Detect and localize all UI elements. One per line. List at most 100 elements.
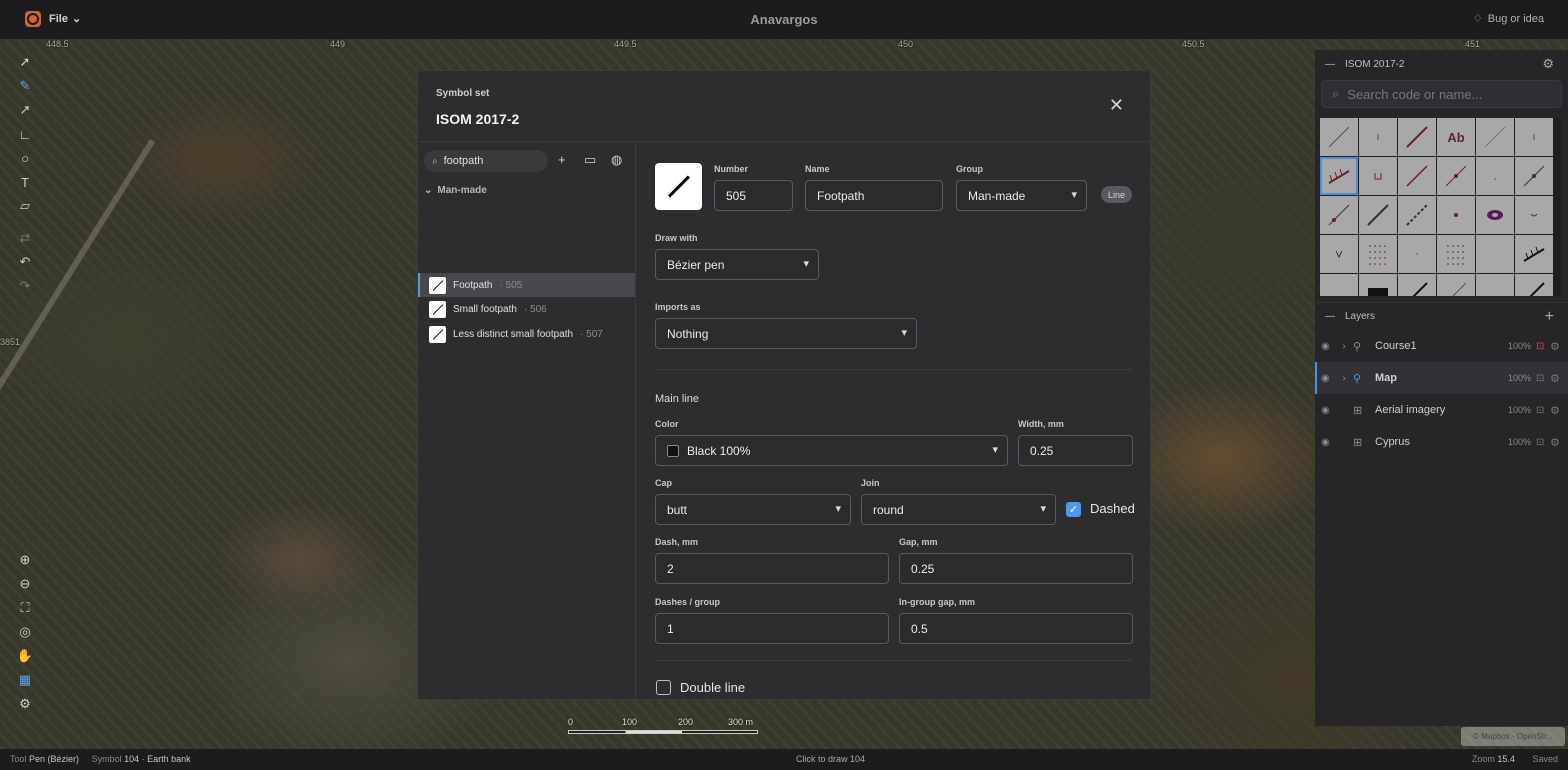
- symbol-search-input[interactable]: ⌕ Search code or name...: [1321, 80, 1562, 108]
- locate-icon[interactable]: ◎: [12, 620, 38, 644]
- dashed-checkbox[interactable]: ✓: [1066, 502, 1081, 517]
- palette-icon[interactable]: ◍: [611, 152, 622, 168]
- gap-field[interactable]: 0.25: [899, 553, 1133, 584]
- symbol-cell[interactable]: [1320, 196, 1358, 234]
- map-credit[interactable]: © Mapbox · OpenStr...: [1461, 727, 1565, 746]
- symbol-cell-selected[interactable]: [1320, 157, 1358, 195]
- symbol-cell[interactable]: [1359, 196, 1397, 234]
- layer-row[interactable]: ◉ ⊞ Aerial imagery 100% ⊡ ⚙: [1315, 394, 1568, 426]
- symbol-list-item-selected[interactable]: Footpath · 505: [418, 273, 635, 297]
- lock-icon[interactable]: ⊡: [1536, 341, 1550, 352]
- layer-row[interactable]: ◉ › ⚲ Course1 100% ⊡ ⚙: [1315, 330, 1568, 362]
- name-field[interactable]: Footpath: [805, 180, 943, 211]
- symbol-cell[interactable]: [1515, 157, 1553, 195]
- add-symbol-button[interactable]: +: [558, 152, 566, 167]
- symbol-cell[interactable]: [1437, 196, 1475, 234]
- text-tool-icon[interactable]: T: [12, 170, 38, 194]
- symbol-cell[interactable]: [1515, 196, 1553, 234]
- gear-icon[interactable]: ⚙: [1550, 436, 1568, 449]
- number-field[interactable]: 505: [714, 180, 793, 211]
- select-pointer-icon[interactable]: ➚: [12, 50, 38, 74]
- chevron-right-icon[interactable]: ›: [1335, 341, 1353, 352]
- join-label: Join: [861, 478, 880, 488]
- layer-opacity: 100%: [1508, 373, 1532, 383]
- symbol-cell[interactable]: [1437, 274, 1475, 296]
- chevron-right-icon[interactable]: ›: [1335, 373, 1353, 384]
- width-field[interactable]: 0.25: [1018, 435, 1133, 466]
- symbol-cell[interactable]: [1398, 274, 1436, 296]
- join-select[interactable]: round: [861, 494, 1056, 525]
- collapse-icon[interactable]: —: [1325, 59, 1335, 70]
- symbol-cell[interactable]: [1359, 235, 1397, 273]
- symbol-cell[interactable]: [1359, 118, 1397, 156]
- unlock-icon[interactable]: ⊡: [1536, 405, 1550, 416]
- close-icon[interactable]: ✕: [1109, 95, 1124, 116]
- symbol-cell[interactable]: [1476, 157, 1514, 195]
- folder-icon[interactable]: ▭: [584, 152, 596, 168]
- symbol-cell[interactable]: [1437, 157, 1475, 195]
- visibility-eye-icon[interactable]: ◉: [1321, 437, 1335, 448]
- visibility-eye-icon[interactable]: ◉: [1321, 373, 1335, 384]
- dash-field[interactable]: 2: [655, 553, 889, 584]
- layer-row[interactable]: ◉ ⊞ Cyprus 100% ⊡ ⚙: [1315, 426, 1568, 458]
- zoom-out-icon[interactable]: ⊖: [12, 572, 38, 596]
- symbol-search-input[interactable]: ⌕ footpath: [424, 150, 548, 172]
- swap-icon[interactable]: ⇄: [12, 226, 38, 250]
- undo-icon[interactable]: ↶: [12, 250, 38, 274]
- bug-or-idea-link[interactable]: ♢ Bug or idea: [1473, 12, 1544, 26]
- bezier-curve-icon[interactable]: ↗: [12, 98, 38, 122]
- symbol-list-item[interactable]: Small footpath · 506: [418, 297, 635, 321]
- symbol-cell[interactable]: [1476, 235, 1514, 273]
- collapse-icon[interactable]: —: [1325, 311, 1335, 322]
- symbol-cell[interactable]: [1398, 235, 1436, 273]
- cap-select[interactable]: butt: [655, 494, 851, 525]
- pen-tool-icon[interactable]: ✎: [12, 74, 38, 98]
- settings-gear-icon[interactable]: ⚙: [12, 692, 38, 716]
- app-logo-icon[interactable]: [25, 11, 41, 27]
- file-menu[interactable]: File ⌄: [49, 12, 81, 26]
- fit-screen-icon[interactable]: ⛶: [12, 596, 38, 620]
- layer-row-selected[interactable]: ◉ › ⚲ Map 100% ⊡ ⚙: [1315, 362, 1568, 394]
- symbol-cell[interactable]: [1359, 274, 1397, 296]
- symbol-cell[interactable]: [1515, 274, 1553, 296]
- ruler-icon[interactable]: ▱: [12, 194, 38, 218]
- pan-hand-icon[interactable]: ✋: [12, 644, 38, 668]
- visibility-eye-icon[interactable]: ◉: [1321, 405, 1335, 416]
- color-select[interactable]: Black 100%: [655, 435, 1008, 466]
- double-line-checkbox[interactable]: [656, 680, 671, 695]
- symbol-cell[interactable]: [1476, 118, 1514, 156]
- group-header[interactable]: ⌄ Man-made: [424, 185, 487, 196]
- symbol-cell[interactable]: [1320, 118, 1358, 156]
- unlock-icon[interactable]: ⊡: [1536, 437, 1550, 448]
- visibility-eye-icon[interactable]: ◉: [1321, 341, 1335, 352]
- gear-icon[interactable]: ⚙: [1542, 56, 1554, 72]
- zoom-in-icon[interactable]: ⊕: [12, 548, 38, 572]
- symbol-cell[interactable]: [1398, 118, 1436, 156]
- symbol-list-item[interactable]: Less distinct small footpath · 507: [418, 322, 635, 346]
- symbol-cell[interactable]: Ab: [1437, 118, 1475, 156]
- symbol-cell[interactable]: [1476, 274, 1514, 296]
- symbol-cell[interactable]: [1320, 235, 1358, 273]
- symbol-cell[interactable]: [1515, 118, 1553, 156]
- group-select[interactable]: Man-made: [956, 180, 1087, 211]
- symbol-cell[interactable]: [1398, 157, 1436, 195]
- circle-tool-icon[interactable]: ○: [12, 146, 38, 170]
- unlock-icon[interactable]: ⊡: [1536, 373, 1550, 384]
- symbol-cell[interactable]: [1320, 274, 1358, 296]
- redo-icon[interactable]: ↷: [12, 274, 38, 298]
- ingroup-gap-field[interactable]: 0.5: [899, 613, 1133, 644]
- gear-icon[interactable]: ⚙: [1550, 340, 1568, 353]
- imports-as-select[interactable]: Nothing: [655, 318, 917, 349]
- line-angle-icon[interactable]: ∟: [12, 122, 38, 146]
- symbol-cell[interactable]: [1515, 235, 1553, 273]
- dashes-group-field[interactable]: 1: [655, 613, 889, 644]
- symbol-cell[interactable]: [1398, 196, 1436, 234]
- gear-icon[interactable]: ⚙: [1550, 404, 1568, 417]
- symbol-cell[interactable]: [1437, 235, 1475, 273]
- add-layer-icon[interactable]: +: [1545, 308, 1554, 326]
- grid-icon[interactable]: ▦: [12, 668, 38, 692]
- draw-with-select[interactable]: Bézier pen: [655, 249, 819, 280]
- symbol-cell[interactable]: [1476, 196, 1514, 234]
- symbol-cell[interactable]: [1359, 157, 1397, 195]
- gear-icon[interactable]: ⚙: [1550, 372, 1568, 385]
